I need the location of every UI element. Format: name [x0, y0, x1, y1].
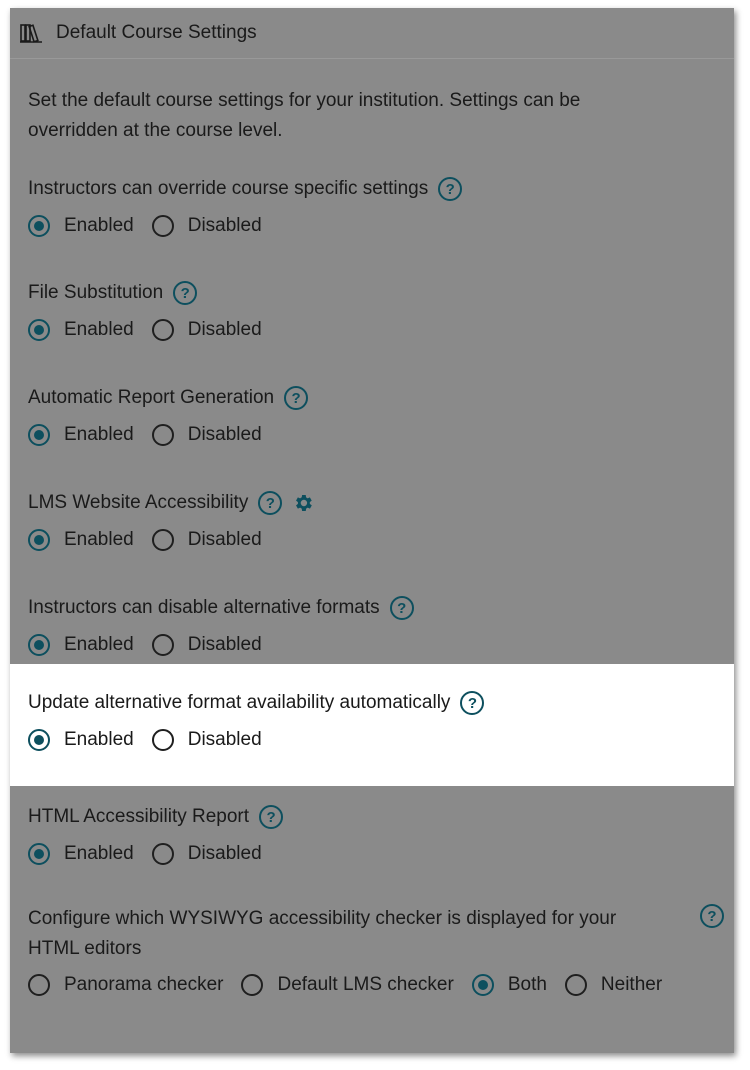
radio-label: Neither: [600, 974, 663, 995]
setting-label: Instructors can override course specific…: [28, 176, 463, 202]
help-icon[interactable]: ?: [258, 491, 283, 515]
help-icon[interactable]: ?: [389, 596, 414, 620]
radio-disabled[interactable]: Disabled: [151, 843, 262, 865]
radio-group: Enabled Disabled: [28, 529, 280, 551]
radio-group: Enabled Disabled: [28, 319, 280, 341]
radio-neither[interactable]: Neither: [564, 974, 663, 996]
radio-selected-icon[interactable]: [28, 319, 50, 341]
help-icon[interactable]: ?: [438, 177, 463, 201]
setting-label: Automatic Report Generation?: [28, 385, 309, 411]
radio-disabled[interactable]: Disabled: [151, 319, 262, 341]
setting-lms-website-accessibility: LMS Website Accessibility? Enabled Disable…: [10, 484, 734, 604]
radio-enabled[interactable]: Enabled: [28, 319, 134, 341]
setting-automatic-report-generation: Automatic Report Generation? Enabled Disab…: [10, 379, 734, 499]
radio-label: Enabled: [64, 729, 134, 750]
radio-unselected-icon[interactable]: [151, 424, 174, 446]
help-icon[interactable]: ?: [284, 386, 309, 410]
radio-label: Disabled: [187, 215, 262, 236]
radio-enabled[interactable]: Enabled: [28, 215, 134, 237]
radio-label: Disabled: [187, 529, 262, 550]
radio-unselected-icon[interactable]: [151, 634, 174, 656]
radio-unselected-icon[interactable]: [241, 974, 264, 996]
setting-label: HTML Accessibility Report?: [28, 804, 284, 830]
radio-label: Disabled: [187, 424, 262, 445]
setting-label-text: Instructors can override course specific…: [28, 178, 429, 199]
radio-label: Disabled: [187, 634, 262, 655]
wysiwyg-checker-setting: Configure which WYSIWYG accessibility ch…: [10, 898, 734, 1018]
setting-label-text: Instructors can disable alternative form…: [28, 597, 380, 618]
help-icon[interactable]: ?: [259, 805, 284, 829]
radio-panorama-checker[interactable]: Panorama checker: [28, 974, 223, 996]
radio-label: Enabled: [64, 843, 134, 864]
radio-label: Enabled: [64, 424, 134, 445]
radio-selected-icon[interactable]: [28, 634, 50, 656]
radio-label: Both: [507, 974, 547, 995]
radio-selected-icon[interactable]: [471, 974, 494, 996]
setting-label-text: File Substitution: [28, 282, 164, 303]
setting-instructors-can-override-course-specific-settings: Instructors can override course specific…: [10, 170, 734, 290]
setting-file-substitution: File Substitution? Enabled Disabled: [10, 274, 734, 394]
radio-label: Enabled: [64, 319, 134, 340]
radio-enabled[interactable]: Enabled: [28, 634, 134, 656]
help-icon[interactable]: ?: [173, 281, 198, 305]
panel-header: Default Course Settings: [10, 8, 734, 59]
radio-unselected-icon[interactable]: [151, 529, 174, 551]
radio-label: Enabled: [64, 529, 134, 550]
radio-label: Disabled: [187, 843, 262, 864]
setting-label: LMS Website Accessibility?: [28, 490, 314, 516]
radio-enabled[interactable]: Enabled: [28, 843, 134, 865]
radio-group: Enabled Disabled: [28, 634, 280, 656]
help-icon[interactable]: ?: [700, 904, 724, 928]
radio-unselected-icon[interactable]: [151, 215, 174, 237]
radio-label: Disabled: [187, 729, 262, 750]
books-icon: [20, 24, 42, 43]
radio-group: Enabled Disabled: [28, 843, 280, 865]
radio-group: Enabled Disabled: [28, 424, 280, 446]
radio-disabled[interactable]: Disabled: [151, 729, 262, 751]
radio-disabled[interactable]: Disabled: [151, 529, 262, 551]
setting-label: Update alternative format availability a…: [28, 690, 485, 716]
intro-text: Set the default course settings for your…: [28, 90, 581, 141]
setting-label-text: LMS Website Accessibility: [28, 492, 249, 513]
radio-group: Enabled Disabled: [28, 215, 280, 237]
radio-group: Enabled Disabled: [28, 729, 280, 751]
setting-label-text: HTML Accessibility Report: [28, 806, 250, 827]
help-icon[interactable]: ?: [460, 691, 485, 715]
radio-enabled[interactable]: Enabled: [28, 729, 134, 751]
radio-label: Panorama checker: [64, 974, 224, 995]
setting-label-text: Automatic Report Generation: [28, 387, 275, 408]
radio-unselected-icon[interactable]: [151, 319, 174, 341]
wysiwyg-radio-group: Panorama checker Default LMS checker Both N…: [28, 974, 680, 996]
radio-selected-icon[interactable]: [28, 729, 50, 751]
radio-label: Disabled: [187, 319, 262, 340]
radio-enabled[interactable]: Enabled: [28, 529, 134, 551]
radio-unselected-icon[interactable]: [151, 843, 174, 865]
radio-selected-icon[interactable]: [28, 843, 50, 865]
radio-both[interactable]: Both: [471, 974, 547, 996]
radio-enabled[interactable]: Enabled: [28, 424, 134, 446]
gear-icon[interactable]: [292, 492, 314, 514]
setting-update-alternative-format-availability-automatically: Update alternative format availability a…: [10, 664, 734, 786]
radio-disabled[interactable]: Disabled: [151, 634, 262, 656]
radio-label: Enabled: [64, 634, 134, 655]
radio-default-lms-checker[interactable]: Default LMS checker: [241, 974, 454, 996]
radio-disabled[interactable]: Disabled: [151, 215, 262, 237]
radio-label: Default LMS checker: [277, 974, 454, 995]
page-title: Default Course Settings: [56, 22, 257, 43]
radio-unselected-icon[interactable]: [564, 974, 587, 996]
radio-selected-icon[interactable]: [28, 424, 50, 446]
radio-unselected-icon[interactable]: [151, 729, 174, 751]
default-course-settings-panel: Default Course Settings Set the default …: [10, 8, 734, 1053]
setting-label: File Substitution?: [28, 280, 198, 306]
radio-selected-icon[interactable]: [28, 215, 50, 237]
radio-selected-icon[interactable]: [28, 529, 50, 551]
setting-label-text: Update alternative format availability a…: [28, 692, 451, 713]
setting-label: Instructors can disable alternative form…: [28, 595, 414, 621]
radio-unselected-icon[interactable]: [28, 974, 50, 996]
radio-label: Enabled: [64, 215, 134, 236]
radio-disabled[interactable]: Disabled: [151, 424, 262, 446]
wysiwyg-checker-label: Configure which WYSIWYG accessibility ch…: [28, 908, 617, 959]
